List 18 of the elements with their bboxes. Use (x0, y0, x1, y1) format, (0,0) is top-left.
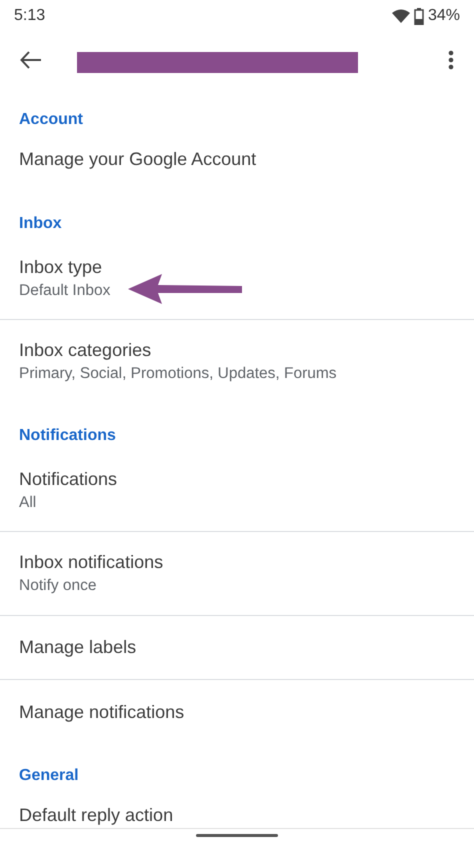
section-header: General (19, 767, 79, 784)
section-header: Account (19, 111, 83, 128)
status-time: 5:13 (14, 6, 46, 26)
section-header: Inbox (19, 215, 62, 232)
home-handle[interactable] (196, 834, 278, 837)
settings-item[interactable]: Manage labels (0, 616, 474, 680)
back-arrow-icon[interactable] (20, 51, 42, 69)
more-options-icon[interactable] (448, 50, 454, 70)
wifi-icon (392, 9, 410, 23)
settings-item[interactable]: Inbox categories Primary, Social, Promotions, Updates, Forums (0, 320, 474, 404)
settings-item[interactable]: Notifications All (0, 460, 474, 532)
section-header: Notifications (19, 427, 116, 444)
battery-icon (414, 8, 424, 24)
settings-item[interactable]: Inbox notifications Notify once (0, 532, 474, 616)
settings-item[interactable]: Manage your Google Account (0, 148, 474, 174)
settings-item[interactable]: Default reply action (0, 804, 474, 830)
settings-item[interactable]: Manage notifications (0, 680, 474, 744)
battery-percent: 34% (428, 6, 460, 26)
